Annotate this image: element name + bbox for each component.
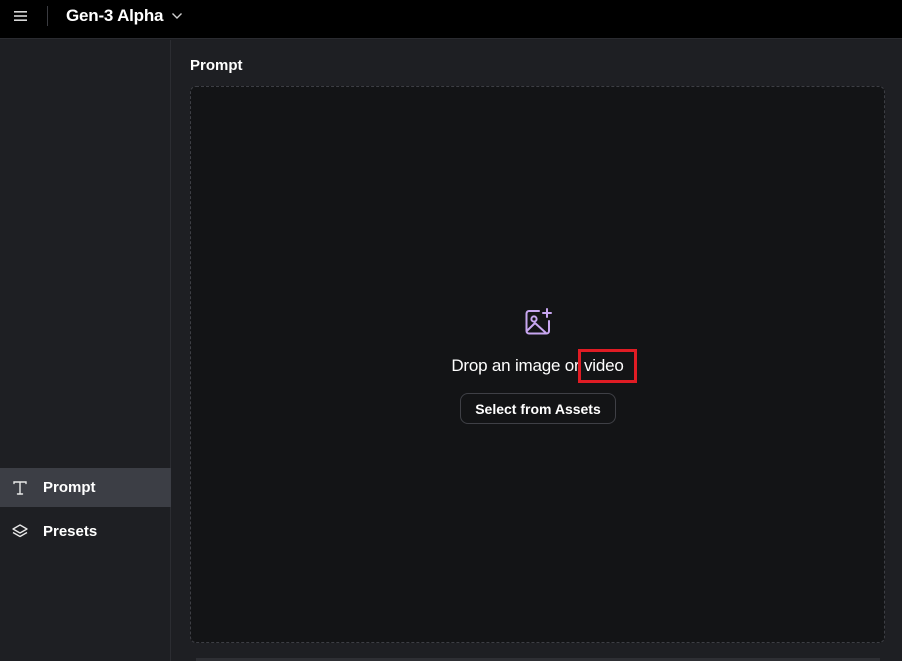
model-selector[interactable]: Gen-3 Alpha — [66, 5, 183, 27]
sidebar: Prompt Presets — [0, 40, 171, 661]
model-name: Gen-3 Alpha — [66, 6, 164, 25]
hamburger-menu-icon[interactable] — [11, 8, 31, 24]
top-bar: Gen-3 Alpha — [0, 0, 902, 39]
sidebar-item-prompt[interactable]: Prompt — [0, 468, 171, 507]
sidebar-item-label: Presets — [43, 523, 98, 540]
select-from-assets-button[interactable]: Select from Assets — [460, 393, 616, 424]
sidebar-item-label: Prompt — [43, 479, 96, 496]
chevron-down-icon — [171, 7, 183, 25]
image-add-icon — [522, 306, 554, 338]
image-dropzone[interactable]: Drop an image or video Select from Asset… — [190, 86, 885, 643]
layers-icon — [11, 523, 29, 541]
text-t-icon — [11, 479, 29, 497]
section-label: Prompt — [190, 57, 243, 74]
dropzone-text: Drop an image or video — [451, 356, 624, 375]
highlight-box — [578, 349, 637, 383]
sidebar-item-presets[interactable]: Presets — [0, 512, 171, 551]
header-divider — [47, 6, 48, 26]
